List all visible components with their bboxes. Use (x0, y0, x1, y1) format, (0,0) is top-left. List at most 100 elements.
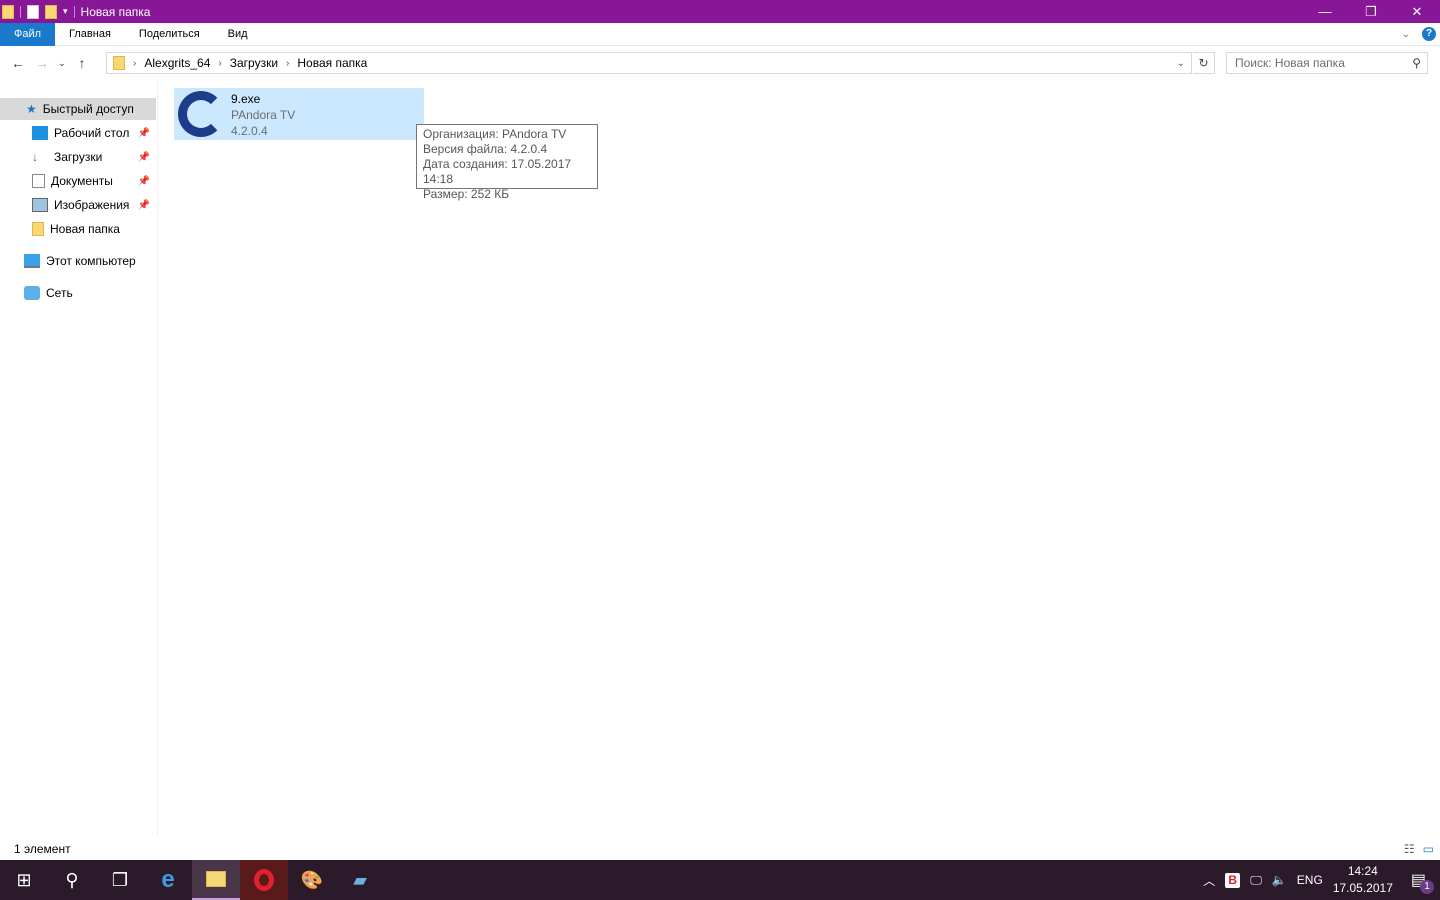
show-hidden-icons-icon[interactable]: ︿ (1203, 872, 1215, 889)
folder-icon (32, 222, 44, 236)
sidebar-item-downloads[interactable]: ↓ Загрузки 📌 (0, 146, 156, 168)
chevron-right-icon[interactable]: › (286, 58, 289, 69)
app-icon[interactable]: ▰ (336, 860, 384, 900)
sidebar-item-label: Быстрый доступ (42, 102, 134, 116)
sidebar-item-pictures[interactable]: Изображения 📌 (0, 194, 156, 216)
network-icon[interactable]: 🖵 (1250, 873, 1262, 888)
sidebar-item-label: Этот компьютер (46, 254, 136, 268)
file-version: 4.2.0.4 (231, 124, 268, 138)
file-name: 9.exe (231, 92, 261, 106)
navigation-bar: ← → ⌄ ↑ › Alexgrits_64 › Загрузки › Нова… (0, 46, 1440, 80)
divider (73, 5, 75, 18)
language-indicator[interactable]: ENG (1297, 873, 1323, 887)
file-list: 9.exe PAndora TV 4.2.0.4 Организация: PA… (158, 80, 1440, 836)
search-placeholder: Поиск: Новая папка (1235, 56, 1345, 70)
download-icon: ↓ (32, 150, 38, 164)
forward-button[interactable]: → (30, 55, 54, 71)
folder-icon (113, 56, 125, 70)
breadcrumb-item[interactable]: Alexgrits_64 (144, 56, 210, 70)
recent-locations-button[interactable]: ⌄ (54, 58, 70, 69)
title-bar: ▾ Новая папка — ❐ ✕ (0, 0, 1440, 23)
folder-icon (2, 4, 14, 19)
file-explorer-icon[interactable] (192, 860, 240, 900)
sidebar-item-network[interactable]: Сеть (0, 282, 156, 304)
opera-icon[interactable] (240, 860, 288, 900)
sidebar-item-label: Изображения (54, 198, 130, 212)
documents-icon (32, 174, 45, 188)
sidebar-item-label: Новая папка (50, 222, 120, 236)
chevron-right-icon[interactable]: › (133, 58, 136, 69)
window-title: Новая папка (80, 4, 151, 19)
edge-icon[interactable]: e (144, 860, 192, 900)
properties-icon[interactable] (27, 4, 39, 19)
tab-share[interactable]: Поделиться (125, 23, 214, 46)
date: 17.05.2017 (1332, 881, 1393, 895)
tooltip-line: Организация: PAndora TV (423, 127, 567, 141)
status-bar: 1 элемент ☷ ▭ (0, 838, 1440, 860)
close-button[interactable]: ✕ (1394, 0, 1440, 23)
volume-icon[interactable]: 🔈 (1272, 873, 1287, 887)
star-icon: ★ (26, 102, 37, 116)
paint-icon[interactable]: 🎨 (288, 860, 336, 900)
notification-count: 1 (1420, 880, 1434, 894)
ribbon: Файл Главная Поделиться Вид ⌄ ? (0, 22, 1440, 46)
details-view-icon[interactable]: ☷ (1404, 842, 1415, 856)
file-item[interactable]: 9.exe PAndora TV 4.2.0.4 (174, 88, 424, 140)
minimize-button[interactable]: — (1302, 0, 1348, 23)
desktop-icon (32, 126, 48, 140)
tab-file[interactable]: Файл (0, 22, 56, 46)
pin-icon[interactable]: 📌 (138, 200, 150, 211)
tab-home[interactable]: Главная (55, 23, 125, 46)
app-icon (178, 91, 224, 137)
file-company: PAndora TV (231, 108, 296, 122)
clock[interactable]: 14:24 17.05.2017 (1333, 863, 1393, 897)
item-count: 1 элемент (14, 842, 71, 856)
expand-ribbon-icon[interactable]: ⌄ (1402, 29, 1410, 40)
new-folder-icon[interactable] (45, 4, 57, 19)
sidebar-item-desktop[interactable]: Рабочий стол 📌 (0, 122, 156, 144)
pin-icon[interactable]: 📌 (138, 176, 150, 187)
pin-icon[interactable]: 📌 (138, 128, 150, 139)
taskbar: ⊞ ⚲ ❐ e 🎨 ▰ ︿ B 🖵 🔈 ENG 14:24 17.05.2017… (0, 860, 1440, 900)
search-icon[interactable]: ⚲ (48, 860, 96, 900)
tooltip-line: Версия файла: 4.2.0.4 (423, 142, 548, 156)
sidebar-item-label: Загрузки (54, 150, 103, 164)
action-center-icon[interactable]: ▤ 1 (1411, 870, 1434, 894)
sidebar-item-label: Сеть (46, 286, 73, 300)
chevron-right-icon[interactable]: › (218, 58, 221, 69)
network-icon (24, 286, 40, 300)
computer-icon (24, 254, 40, 268)
address-dropdown-icon[interactable]: ⌄ (1177, 58, 1185, 69)
time: 14:24 (1347, 864, 1378, 878)
tooltip-line: Размер: 252 КБ (423, 187, 510, 201)
refresh-button[interactable]: ↻ (1193, 52, 1215, 74)
breadcrumb-item[interactable]: Загрузки (230, 56, 278, 70)
sidebar-item-new-folder[interactable]: Новая папка (0, 218, 156, 240)
breadcrumb-item[interactable]: Новая папка (297, 56, 367, 70)
search-input[interactable]: Поиск: Новая папка ⚲ (1226, 52, 1428, 74)
customize-toolbar-icon[interactable]: ▾ (63, 6, 68, 17)
sidebar-item-label: Рабочий стол (54, 126, 130, 140)
navigation-pane: ★ Быстрый доступ Рабочий стол 📌 ↓ Загрузки 📌… (0, 80, 158, 836)
up-button[interactable]: ↑ (70, 55, 94, 71)
search-icon: ⚲ (1412, 56, 1421, 70)
divider (20, 5, 21, 18)
file-tooltip: Организация: PAndora TV Версия файла: 4.… (416, 124, 598, 201)
maximize-button[interactable]: ❐ (1348, 0, 1394, 23)
address-bar[interactable]: › Alexgrits_64 › Загрузки › Новая папка … (106, 52, 1192, 74)
task-view-icon[interactable]: ❐ (96, 860, 144, 900)
sidebar-item-this-pc[interactable]: Этот компьютер (0, 250, 156, 272)
tab-view[interactable]: Вид (214, 23, 262, 46)
back-button[interactable]: ← (6, 55, 30, 71)
large-icons-view-icon[interactable]: ▭ (1423, 842, 1434, 856)
pin-icon[interactable]: 📌 (138, 152, 150, 163)
sidebar-item-label: Документы (51, 174, 113, 188)
tooltip-line: Дата создания: 17.05.2017 14:18 (423, 157, 572, 186)
system-tray: ︿ B 🖵 🔈 ENG 14:24 17.05.2017 ▤ 1 (1203, 860, 1440, 900)
sidebar-item-documents[interactable]: Документы 📌 (0, 170, 156, 192)
start-icon[interactable]: ⊞ (0, 860, 48, 900)
pictures-icon (32, 198, 48, 212)
help-icon[interactable]: ? (1422, 27, 1436, 41)
bitdefender-icon[interactable]: B (1225, 872, 1241, 888)
sidebar-item-quick-access[interactable]: ★ Быстрый доступ (0, 98, 156, 120)
